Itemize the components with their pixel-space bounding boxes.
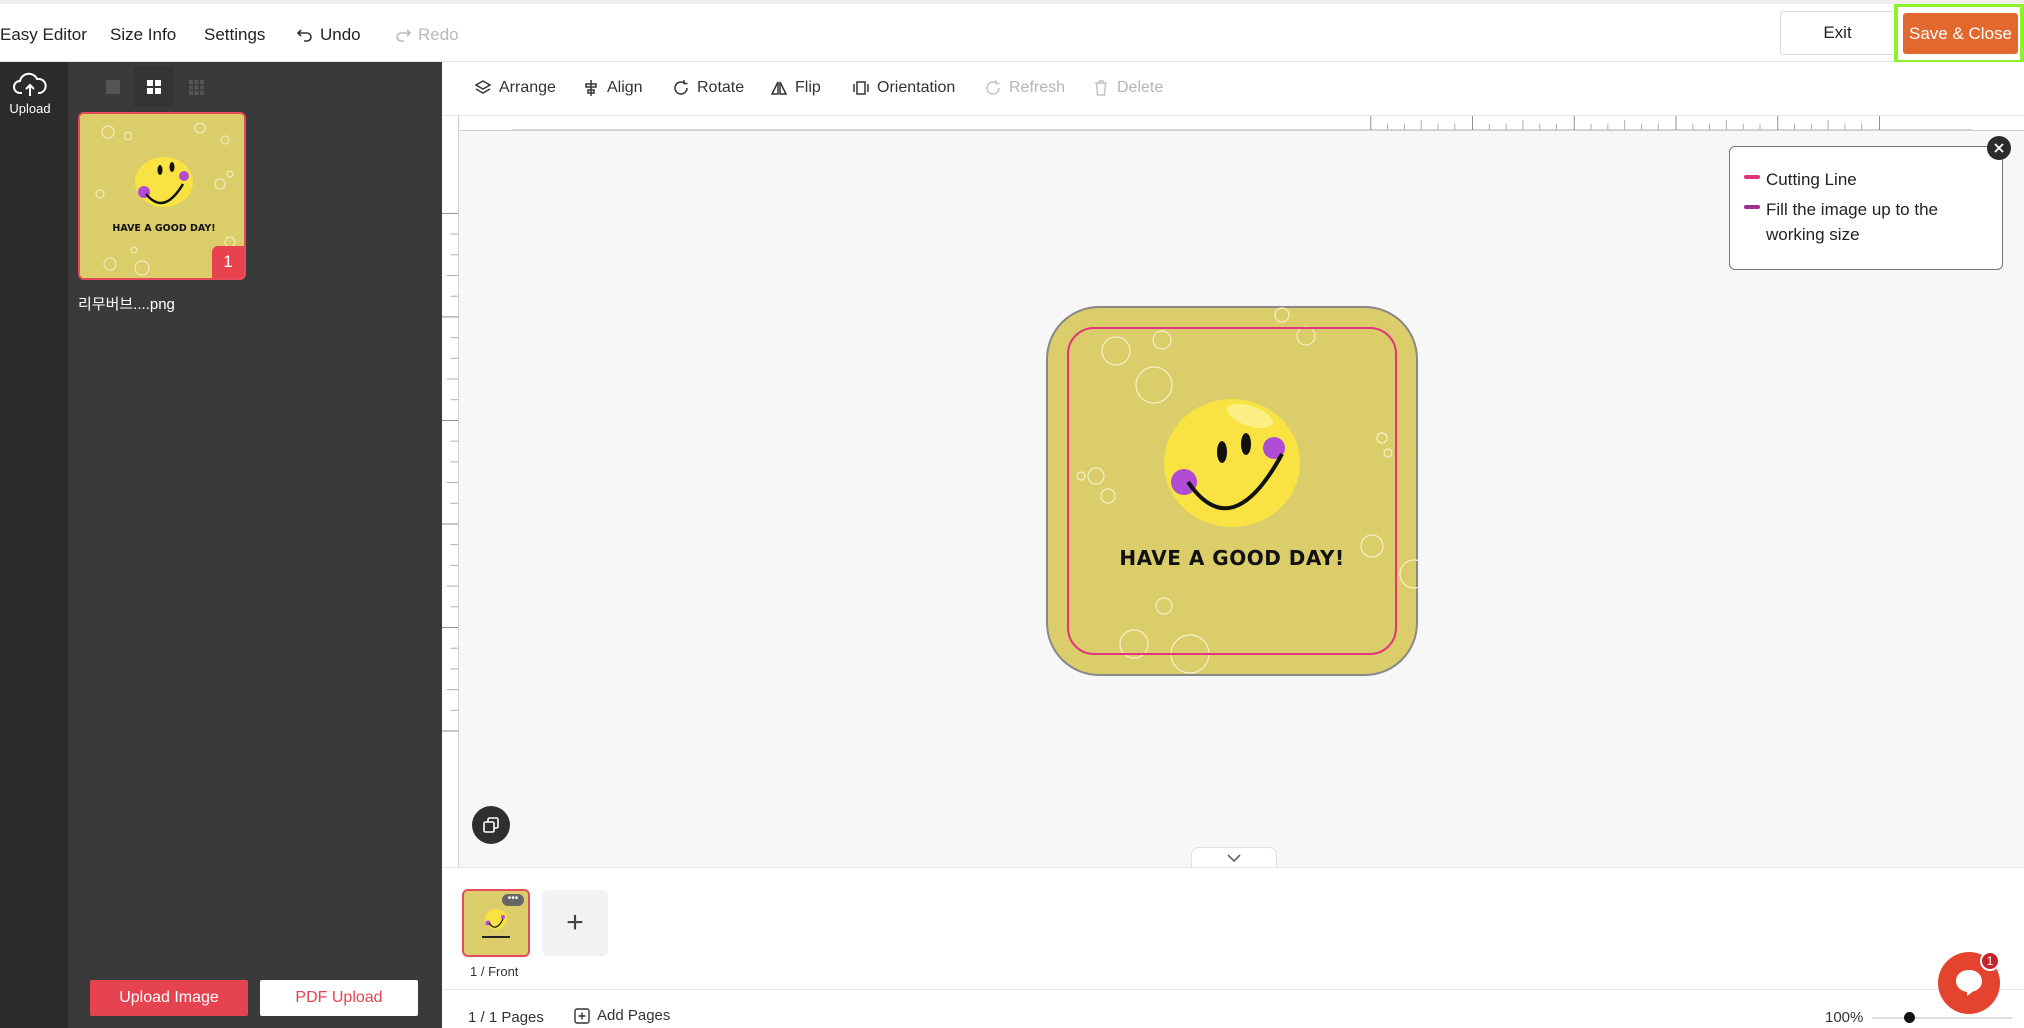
layers-icon (474, 80, 492, 94)
orientation-icon (853, 81, 869, 95)
sticker-text: HAVE A GOOD DAY! (1119, 546, 1344, 570)
chat-notification-badge: 1 (1980, 951, 2000, 971)
page-count: 1 / 1 Pages (468, 1009, 544, 1026)
page-label: 1 / Front (470, 964, 519, 979)
chat-bubble-icon (1956, 970, 1982, 996)
refresh-button[interactable]: Refresh (984, 79, 1065, 97)
cutting-line-swatch (1744, 175, 1760, 179)
small-grid-icon (188, 79, 204, 95)
upload-tab-label: Upload (9, 101, 51, 116)
canvas-toolbar: Arrange Align Rotate Flip Orientation Re… (442, 62, 2024, 116)
flip-icon (770, 81, 788, 95)
single-grid-icon (106, 80, 120, 94)
undo-label: Undo (320, 25, 361, 44)
close-icon (1994, 143, 2004, 153)
arrange-button[interactable]: Arrange (474, 79, 556, 97)
upload-image-button[interactable]: Upload Image (90, 980, 248, 1016)
copy-layers-icon (483, 817, 499, 833)
add-page-button[interactable]: + (542, 890, 608, 956)
page-thumbnail[interactable]: ••• (462, 889, 530, 957)
redo-button[interactable]: Redo (394, 25, 459, 45)
undo-button[interactable]: Undo (296, 25, 361, 45)
align-label: Align (607, 79, 643, 96)
add-pages-button[interactable]: Add Pages (574, 1007, 670, 1024)
view-grid-button[interactable] (134, 67, 174, 107)
legend-close-button[interactable] (1987, 136, 2011, 160)
assets-panel: HAVE A GOOD DAY! 1 리무버브....png Upload Im… (68, 62, 442, 1028)
status-bar: 1 / 1 Pages Add Pages 100% (442, 989, 2024, 1028)
add-pages-label: Add Pages (597, 1007, 671, 1024)
trash-icon (1095, 80, 1107, 96)
sticker-design[interactable]: HAVE A GOOD DAY! (1046, 306, 1418, 676)
redo-label: Redo (418, 25, 459, 44)
cutting-line-label: Cutting Line (1766, 170, 1857, 189)
pages-strip: ••• 1 / Front + (442, 867, 2024, 989)
legend-fill-image: Fill the image up to the working size (1744, 197, 1984, 247)
chevron-down-icon (1227, 854, 1241, 863)
zoom-slider-handle[interactable] (1904, 1012, 1916, 1023)
left-rail: Upload (0, 62, 68, 1028)
uploaded-image-thumbnail[interactable]: HAVE A GOOD DAY! 1 (78, 112, 246, 280)
cloud-upload-icon (13, 72, 47, 96)
exit-button[interactable]: Exit (1780, 11, 1895, 55)
horizontal-ruler (460, 116, 2024, 131)
fill-image-label: Fill the image up to the working size (1766, 200, 1938, 244)
fill-line-swatch (1744, 205, 1760, 209)
delete-label: Delete (1117, 79, 1164, 96)
legend-box: Cutting Line Fill the image up to the wo… (1729, 146, 2003, 270)
top-bar: Easy Editor Size Info Settings Undo Redo… (0, 0, 2024, 64)
refresh-label: Refresh (1009, 79, 1066, 96)
flip-label: Flip (795, 79, 821, 96)
pdf-upload-button[interactable]: PDF Upload (260, 980, 418, 1016)
arrange-label: Arrange (499, 79, 556, 96)
grid-icon (147, 80, 161, 94)
rotate-icon (674, 80, 688, 95)
plus-square-icon (574, 1007, 590, 1024)
undo-icon (296, 29, 312, 42)
expand-pages-button[interactable] (1191, 847, 1277, 867)
rotate-label: Rotate (697, 79, 745, 96)
flip-button[interactable]: Flip (770, 79, 821, 97)
thumbnail-usage-badge: 1 (212, 246, 244, 278)
rotate-button[interactable]: Rotate (672, 79, 744, 97)
orientation-label: Orientation (877, 79, 956, 96)
page-more-options-button[interactable]: ••• (502, 894, 524, 906)
size-info-menu[interactable]: Size Info (110, 25, 176, 45)
view-small-grid-button[interactable] (176, 67, 216, 107)
view-single-button[interactable] (93, 67, 133, 107)
thumbnail-caption: HAVE A GOOD DAY! (112, 223, 215, 234)
upload-tab[interactable]: Upload (0, 72, 60, 116)
save-close-button[interactable]: Save & Close (1903, 13, 2018, 54)
thumbnail-file-name: 리무버브....png (78, 296, 175, 313)
zoom-value: 100% (1825, 1009, 1864, 1026)
refresh-icon (986, 80, 1000, 95)
app-title: Easy Editor (0, 25, 87, 44)
settings-menu[interactable]: Settings (204, 25, 265, 45)
vertical-ruler (442, 116, 459, 867)
layer-toggle-button[interactable] (472, 806, 510, 844)
align-icon (585, 80, 597, 96)
zoom-slider[interactable] (1872, 1017, 2012, 1019)
legend-cutting-line: Cutting Line (1744, 167, 1984, 192)
canvas-workspace[interactable]: HAVE A GOOD DAY! Cutting Line Fill the i… (442, 116, 2024, 867)
align-button[interactable]: Align (582, 79, 643, 97)
redo-icon (396, 29, 412, 42)
delete-button[interactable]: Delete (1092, 79, 1163, 97)
orientation-button[interactable]: Orientation (852, 79, 955, 97)
save-highlight: Save & Close (1894, 4, 2024, 64)
